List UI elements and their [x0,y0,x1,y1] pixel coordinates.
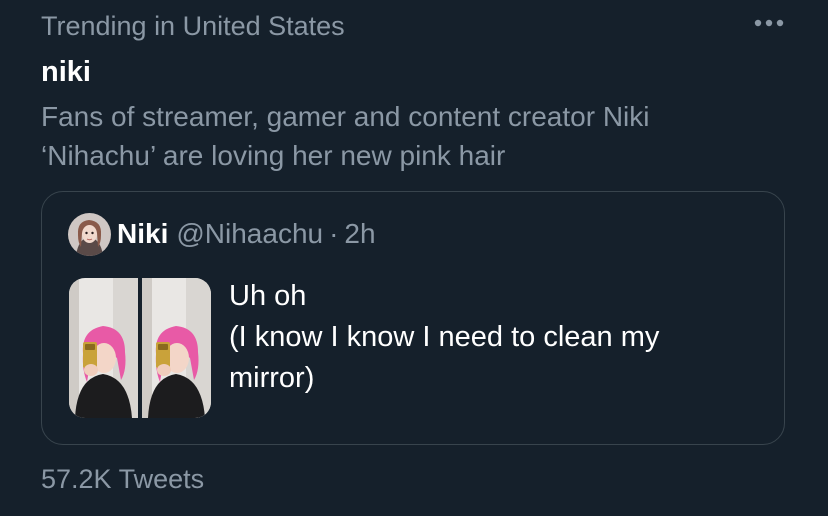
tweet-count: 57.2K Tweets [41,464,205,494]
quoted-display-name[interactable]: Niki [117,218,168,250]
quoted-tweet-text: Uh oh (I know I know I need to clean my … [229,276,749,399]
quoted-tweet[interactable]: Niki @Nihaachu · 2h Uh oh (I know I know… [41,191,785,445]
quoted-timestamp[interactable]: 2h [344,218,375,250]
trend-card[interactable]: Trending in United States niki Fans of s… [0,0,828,516]
trend-summary-line: Fans of streamer, gamer and content crea… [41,101,650,132]
quoted-text-line: mirror) [229,362,315,394]
trend-summary: Fans of streamer, gamer and content crea… [41,97,801,175]
trend-summary-line: ‘Nihachu’ are loving her new pink hair [41,140,506,171]
trend-context: Trending in United States [41,11,345,41]
media-image-2[interactable] [142,278,211,418]
quoted-tweet-header: Niki @Nihaachu · 2h [68,212,376,256]
media-image-1[interactable] [69,278,138,418]
trend-topic: niki [41,56,91,88]
more-button[interactable] [750,8,788,38]
quoted-text-line: Uh oh [229,280,307,312]
media-grid [69,278,211,418]
avatar[interactable] [68,212,111,256]
quoted-handle[interactable]: @Nihaachu [176,218,323,250]
more-horizontal-icon [754,19,784,27]
quoted-text-line: (I know I know I need to clean my [229,321,660,353]
quoted-separator: · [329,218,339,249]
